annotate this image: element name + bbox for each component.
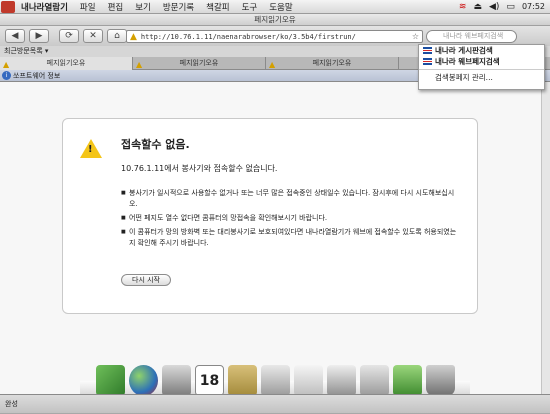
url-text: http://10.76.1.11/naenarabrowser/ko/3.5b… bbox=[140, 32, 356, 41]
info-icon: i bbox=[2, 71, 11, 80]
forward-button[interactable]: ▶ bbox=[29, 29, 49, 43]
error-description: 10.76.1.11에서 봉사기와 접속할수 없습니다. bbox=[121, 164, 278, 173]
list-item: 이 콤퓨터가 망의 방화벽 또는 대리봉사기로 보호되여있다면 내나라열람기가 … bbox=[121, 227, 457, 249]
warning-icon: ▲ bbox=[130, 31, 137, 42]
tab-2[interactable]: ▲ 페지읽기오유 bbox=[133, 57, 266, 70]
back-button[interactable]: ◀ bbox=[5, 29, 25, 43]
flag-icon bbox=[423, 47, 432, 54]
menu-file[interactable]: 파일 bbox=[74, 1, 102, 13]
volume-icon[interactable]: ◀) bbox=[489, 2, 499, 12]
error-suggestions: 봉사기가 일시적으로 사용할수 없거나 또는 너무 많은 접속중인 상태일수 있… bbox=[121, 188, 457, 252]
status-bar: 완성 bbox=[0, 394, 550, 413]
menu-app[interactable]: 내나라열람기 bbox=[15, 1, 74, 13]
search-engine-popup: 내나라 게시판검색 내나라 웨브페지검색 검색봉페지 관리... bbox=[418, 44, 545, 90]
menu-help[interactable]: 도움말 bbox=[263, 1, 298, 13]
retry-button[interactable]: 다시 시작 bbox=[121, 274, 171, 286]
menu-view[interactable]: 보기 bbox=[129, 1, 157, 13]
divider bbox=[419, 69, 544, 70]
flag-icon bbox=[423, 58, 432, 65]
search-engine-label: 내나라 게시판검색 bbox=[435, 46, 493, 55]
dock: 18 bbox=[90, 356, 465, 396]
warning-icon: ! bbox=[80, 139, 102, 158]
vertical-scrollbar[interactable] bbox=[541, 82, 550, 394]
tab-label: 페지읽기오유 bbox=[312, 59, 352, 67]
bookmark-star-icon[interactable]: ☆ bbox=[412, 32, 419, 41]
video-icon[interactable] bbox=[162, 365, 191, 396]
trash-icon[interactable] bbox=[426, 365, 455, 396]
calculator-icon[interactable] bbox=[327, 365, 356, 396]
tools-icon[interactable] bbox=[360, 365, 389, 396]
tab-1[interactable]: ▲ 페지읽기오유 bbox=[0, 57, 133, 70]
error-title: 접속할수 없음. bbox=[121, 138, 190, 151]
tab-3[interactable]: ▲ 페지읽기오유 bbox=[266, 57, 399, 70]
clock[interactable]: 07:52 bbox=[522, 2, 545, 11]
document-icon[interactable] bbox=[96, 365, 125, 396]
home-button[interactable]: ⌂ bbox=[107, 29, 127, 43]
search-engine-item[interactable]: 내나라 게시판검색 bbox=[419, 45, 544, 56]
search-input[interactable]: 내나라 웨브페지검색 bbox=[426, 30, 517, 43]
menu-tools[interactable]: 도구 bbox=[236, 1, 264, 13]
info-bar-text: 쏘프트웨어 정보 bbox=[13, 72, 61, 80]
tab-label: 페지읽기오유 bbox=[46, 59, 86, 67]
search-engine-label: 내나라 웨브페지검색 bbox=[435, 57, 500, 66]
stop-button[interactable]: ✕ bbox=[83, 29, 103, 43]
menu-bookmarks[interactable]: 책갈피 bbox=[200, 1, 235, 13]
battery-icon[interactable]: ▭ bbox=[506, 2, 515, 12]
recent-visits-menu[interactable]: 최근방문목록 ▾ bbox=[4, 47, 48, 55]
eject-icon[interactable]: ⏏ bbox=[473, 2, 482, 12]
system-logo-icon[interactable] bbox=[1, 0, 15, 13]
search-engine-item[interactable]: 내나라 웨브페지검색 bbox=[419, 56, 544, 67]
address-book-icon[interactable] bbox=[228, 365, 257, 396]
calendar-icon[interactable]: 18 bbox=[195, 365, 224, 396]
drawing-icon[interactable] bbox=[294, 365, 323, 396]
window-title: 페지읽기오유 bbox=[0, 14, 550, 26]
reload-button[interactable]: ⟳ bbox=[59, 29, 79, 43]
page-content: ! 접속할수 없음. 10.76.1.11에서 봉사기와 접속할수 없습니다. … bbox=[0, 82, 550, 394]
list-item: 어떤 페지도 열수 없다면 콤퓨터의 망접속을 확인해보시기 바랍니다. bbox=[121, 213, 457, 224]
url-bar[interactable]: ▲ http://10.76.1.11/naenarabrowser/ko/3.… bbox=[126, 30, 423, 43]
menu-edit[interactable]: 편집 bbox=[102, 1, 130, 13]
photo-icon[interactable] bbox=[261, 365, 290, 396]
list-item: 봉사기가 일시적으로 사용할수 없거나 또는 너무 많은 접속중인 상태일수 있… bbox=[121, 188, 457, 210]
error-panel: ! 접속할수 없음. 10.76.1.11에서 봉사기와 접속할수 없습니다. … bbox=[62, 118, 478, 314]
folder-icon[interactable] bbox=[393, 365, 422, 396]
globe-icon[interactable] bbox=[129, 365, 158, 396]
system-menubar: 내나라열람기 파일 편집 보기 방문기록 책갈피 도구 도움말 ≋ ⏏ ◀) ▭… bbox=[0, 0, 550, 14]
menu-history[interactable]: 방문기록 bbox=[157, 1, 200, 13]
manage-search-engines[interactable]: 검색봉페지 관리... bbox=[419, 72, 544, 83]
tab-label: 페지읽기오유 bbox=[179, 59, 219, 67]
network-icon[interactable]: ≋ bbox=[459, 2, 467, 12]
